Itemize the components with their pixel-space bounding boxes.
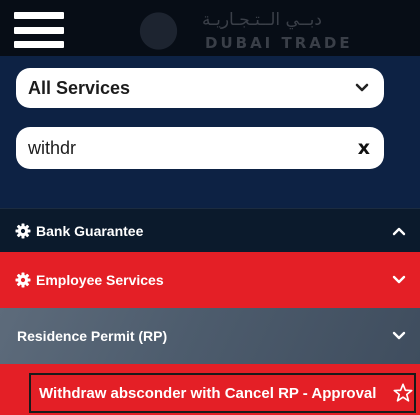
menu-item-label: Bank Guarantee bbox=[36, 222, 144, 239]
search-input[interactable] bbox=[28, 137, 358, 159]
logo-text-english: DUBAI TRADE bbox=[205, 34, 353, 52]
hamburger-line bbox=[14, 12, 64, 19]
top-bar: دبــي الــتـجـاريـة DUBAI TRADE bbox=[0, 0, 420, 56]
service-category-value: All Services bbox=[28, 77, 131, 98]
chevron-down-icon bbox=[392, 275, 406, 284]
menu-item-bank-guarantee[interactable]: Bank Guarantee bbox=[0, 208, 420, 252]
search-panel: All Services x bbox=[0, 56, 420, 208]
service-results-area: Withdraw absconder with Cancel RP - Appr… bbox=[0, 364, 420, 415]
hamburger-line bbox=[14, 26, 64, 34]
search-field: x bbox=[16, 127, 384, 169]
star-icon[interactable] bbox=[392, 382, 414, 404]
service-item-label: Withdraw absconder with Cancel RP - Appr… bbox=[39, 384, 377, 402]
dubai-trade-logo-mark bbox=[120, 6, 190, 56]
clear-search-button[interactable]: x bbox=[358, 137, 370, 159]
service-category-select[interactable]: All Services bbox=[16, 68, 384, 108]
service-item-withdraw-absconder[interactable]: Withdraw absconder with Cancel RP - Appr… bbox=[29, 373, 416, 413]
chevron-up-icon bbox=[392, 227, 406, 235]
gear-icon bbox=[15, 223, 31, 238]
chevron-down-icon bbox=[392, 331, 406, 340]
menu-item-label: Residence Permit (RP) bbox=[17, 328, 168, 344]
services-menu: Bank Guarantee Employee Services Residen… bbox=[0, 208, 420, 415]
menu-item-employee-services[interactable]: Employee Services bbox=[0, 252, 420, 308]
chevron-down-icon bbox=[354, 80, 370, 96]
gear-icon bbox=[15, 272, 31, 288]
menu-item-residence-permit[interactable]: Residence Permit (RP) bbox=[0, 308, 420, 364]
logo-text-arabic: دبــي الــتـجـاريـة bbox=[202, 10, 322, 30]
hamburger-line bbox=[14, 41, 64, 48]
menu-item-label: Employee Services bbox=[36, 272, 164, 288]
hamburger-menu-icon[interactable] bbox=[14, 12, 64, 48]
